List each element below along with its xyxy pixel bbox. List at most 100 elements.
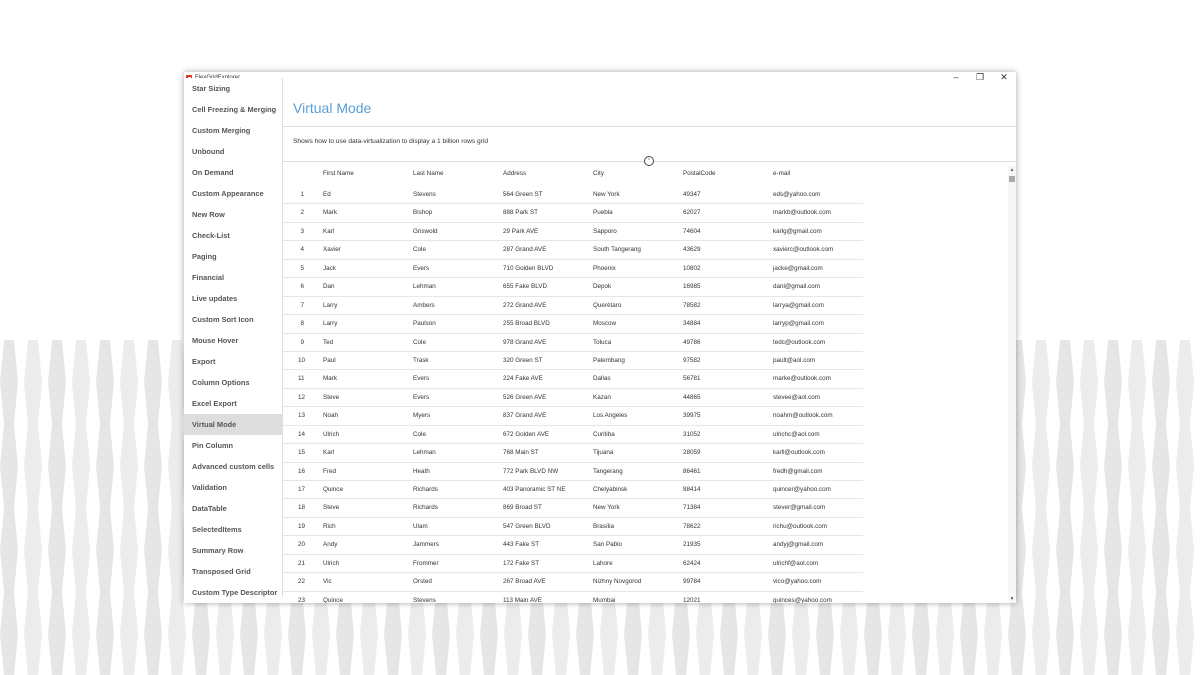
table-row[interactable]: 21 Ulrich Frommer 172 Fake ST Lahore 62424 ulr… [283, 555, 863, 574]
sidebar-item[interactable]: Custom Appearance [184, 183, 282, 204]
email-cell[interactable]: karll@outlook.com [773, 449, 825, 456]
email-cell[interactable]: stever@gmail.com [773, 504, 825, 511]
sidebar-item[interactable]: Excel Export [184, 393, 282, 414]
postal-code-cell[interactable]: 34884 [683, 320, 701, 327]
address-cell[interactable]: 287 Grand AVE [503, 246, 546, 253]
first-name-cell[interactable]: Noah [323, 412, 338, 419]
table-row[interactable]: 16 Fred Heath 772 Park BLVD NW Tangerang 8646… [283, 463, 863, 481]
table-row[interactable]: 20 Andy Jammers 443 Fake ST San Pablo 21935 an… [283, 536, 863, 555]
email-cell[interactable]: xavierc@outlook.com [773, 246, 833, 253]
scroll-up-icon[interactable]: ▲ [1008, 166, 1016, 174]
city-cell[interactable]: Kazan [593, 394, 611, 401]
sidebar-item[interactable]: Column Options [184, 372, 282, 393]
postal-code-cell[interactable]: 62027 [683, 209, 701, 216]
row-number[interactable]: 9 [298, 339, 304, 346]
sidebar-item[interactable]: SelectedItems [184, 519, 282, 540]
address-cell[interactable]: 837 Grand AVE [503, 412, 546, 419]
city-cell[interactable]: Mumbai [593, 597, 615, 603]
address-cell[interactable]: 768 Main ST [503, 449, 539, 456]
sidebar-item[interactable]: Validation [184, 477, 282, 498]
postal-code-cell[interactable]: 71384 [683, 504, 701, 511]
last-name-cell[interactable]: Cole [413, 339, 426, 346]
postal-code-cell[interactable]: 86461 [683, 468, 701, 475]
first-name-cell[interactable]: Jack [323, 265, 336, 272]
table-row[interactable]: 4 Xavier Cole 287 Grand AVE South Tangerang 4… [283, 241, 863, 260]
postal-code-cell[interactable]: 99784 [683, 578, 701, 585]
restore-button[interactable]: ❐ [968, 72, 992, 84]
city-cell[interactable]: Tijuana [593, 449, 613, 456]
sidebar-item[interactable]: Financial [184, 267, 282, 288]
sidebar-item[interactable]: Custom Type Descriptor [184, 582, 282, 603]
last-name-cell[interactable]: Stevens [413, 597, 436, 603]
city-cell[interactable]: Lahore [593, 560, 613, 567]
email-cell[interactable]: richu@outlook.com [773, 523, 827, 530]
postal-code-cell[interactable]: 49786 [683, 339, 701, 346]
postal-code-cell[interactable]: 74604 [683, 228, 701, 235]
table-row[interactable]: 3 Karl Griswold 29 Park AVE Sapporo 74604 karl… [283, 223, 863, 242]
last-name-cell[interactable]: Ambers [413, 302, 435, 309]
first-name-cell[interactable]: Ulrich [323, 431, 339, 438]
table-row[interactable]: 22 Vic Orsted 267 Broad AVE Nizhny Novgorod 9… [283, 573, 863, 592]
table-row[interactable]: 2 Mark Bishop 888 Park ST Puebla 62027 markb@o… [283, 204, 863, 223]
table-row[interactable]: 18 Steve Richards 869 Broad ST New York 71384… [283, 499, 863, 518]
first-name-cell[interactable]: Mark [323, 209, 337, 216]
postal-code-cell[interactable]: 28059 [683, 449, 701, 456]
postal-code-cell[interactable]: 44865 [683, 394, 701, 401]
column-header-postal-code[interactable]: PostalCode [683, 170, 716, 177]
address-cell[interactable]: 29 Park AVE [503, 228, 538, 235]
first-name-cell[interactable]: Quince [323, 486, 343, 493]
row-number[interactable]: 15 [298, 449, 305, 456]
city-cell[interactable]: Los Angeles [593, 412, 627, 419]
postal-code-cell[interactable]: 78622 [683, 523, 701, 530]
email-cell[interactable]: pault@aol.com [773, 357, 815, 364]
row-number[interactable]: 6 [298, 283, 304, 290]
row-number[interactable]: 14 [298, 431, 305, 438]
first-name-cell[interactable]: Rich [323, 523, 336, 530]
first-name-cell[interactable]: Larry [323, 320, 337, 327]
city-cell[interactable]: Moscow [593, 320, 616, 327]
city-cell[interactable]: Puebla [593, 209, 613, 216]
row-number[interactable]: 1 [298, 191, 304, 198]
sidebar-item[interactable]: Unbound [184, 141, 282, 162]
row-number[interactable]: 16 [298, 468, 305, 475]
row-number[interactable]: 21 [298, 560, 305, 567]
email-cell[interactable]: quinces@yahoo.com [773, 597, 832, 603]
close-button[interactable]: ✕ [992, 72, 1016, 84]
last-name-cell[interactable]: Bishop [413, 209, 432, 216]
row-number[interactable]: 12 [298, 394, 305, 401]
row-number[interactable]: 11 [298, 375, 305, 382]
first-name-cell[interactable]: Fred [323, 468, 336, 475]
city-cell[interactable]: San Pablo [593, 541, 622, 548]
postal-code-cell[interactable]: 88414 [683, 486, 701, 493]
last-name-cell[interactable]: Jammers [413, 541, 439, 548]
email-cell[interactable]: eds@yahoo.com [773, 191, 820, 198]
row-number[interactable]: 17 [298, 486, 305, 493]
address-cell[interactable]: 443 Fake ST [503, 541, 539, 548]
first-name-cell[interactable]: Karl [323, 449, 334, 456]
column-header-first-name[interactable]: First Name [323, 170, 354, 177]
city-cell[interactable]: Querétaro [593, 302, 621, 309]
last-name-cell[interactable]: Evers [413, 375, 429, 382]
first-name-cell[interactable]: Ulrich [323, 560, 339, 567]
table-row[interactable]: 1 Ed Stevens 564 Green ST New York 49347 eds@y… [283, 186, 863, 205]
table-row[interactable]: 5 Jack Evers 710 Golden BLVD Phoenix 10802 jac… [283, 260, 863, 279]
address-cell[interactable]: 526 Green AVE [503, 394, 546, 401]
sidebar-item[interactable]: DataTable [184, 498, 282, 519]
email-cell[interactable]: jacke@gmail.com [773, 265, 823, 272]
row-number[interactable]: 20 [298, 541, 305, 548]
postal-code-cell[interactable]: 12021 [683, 597, 701, 603]
minimize-button[interactable]: – [944, 72, 968, 84]
table-row[interactable]: 8 Larry Paulson 255 Broad BLVD Moscow 34884 la… [283, 315, 863, 334]
table-row[interactable]: 7 Larry Ambers 272 Grand AVE Querétaro 78582 l… [283, 297, 863, 316]
sidebar-item[interactable]: Live updates [184, 288, 282, 309]
first-name-cell[interactable]: Ted [323, 339, 333, 346]
postal-code-cell[interactable]: 21935 [683, 541, 701, 548]
table-row[interactable]: 9 Ted Cole 978 Grand AVE Toluca 49786 tedc@out… [283, 334, 863, 352]
city-cell[interactable]: Toluca [593, 339, 611, 346]
email-cell[interactable]: larryp@gmail.com [773, 320, 824, 327]
table-row[interactable]: 12 Steve Evers 526 Green AVE Kazan 44865 steve… [283, 389, 863, 408]
city-cell[interactable]: Brasília [593, 523, 614, 530]
email-cell[interactable]: vico@yahoo.com [773, 578, 821, 585]
last-name-cell[interactable]: Cole [413, 431, 426, 438]
row-number[interactable]: 8 [298, 320, 304, 327]
